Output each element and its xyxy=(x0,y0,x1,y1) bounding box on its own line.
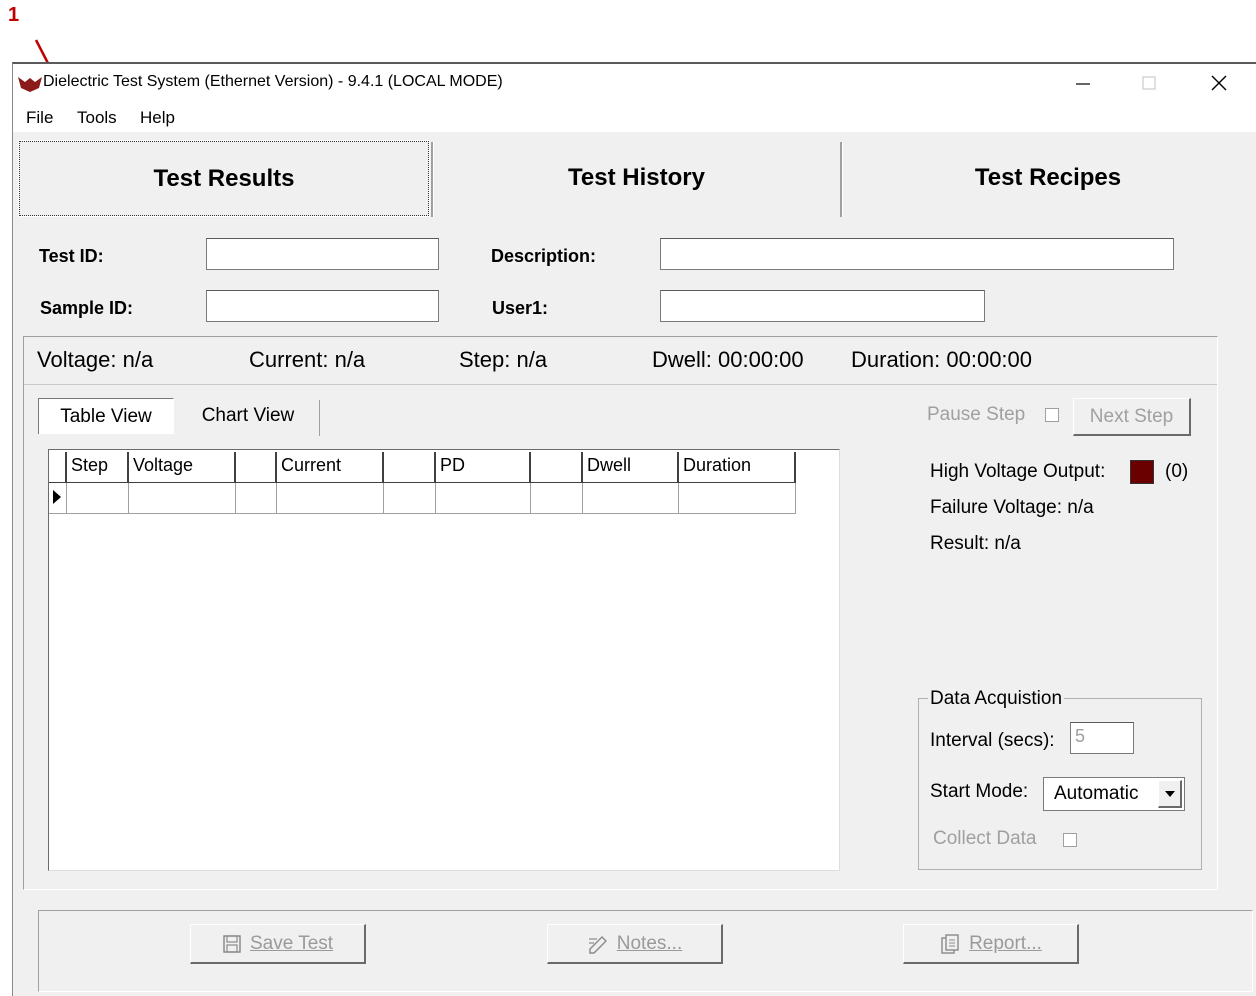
table-cell[interactable] xyxy=(236,483,277,514)
description-input[interactable] xyxy=(660,238,1174,270)
column-header[interactable] xyxy=(384,452,436,483)
result-readout: Result: n/a xyxy=(930,533,1021,554)
user1-input[interactable] xyxy=(660,290,985,322)
column-header[interactable] xyxy=(531,452,583,483)
current-readout: Current: n/a xyxy=(249,347,366,372)
minimize-icon xyxy=(1076,83,1090,85)
subtab-chart-view[interactable]: Chart View xyxy=(185,398,311,434)
failure-voltage-readout: Failure Voltage: n/a xyxy=(930,497,1094,518)
table-row[interactable] xyxy=(49,483,796,514)
report-label: Report... xyxy=(969,932,1042,954)
save-test-button[interactable]: Save Test xyxy=(190,924,366,964)
start-mode-value: Automatic xyxy=(1054,783,1139,804)
table-cell[interactable] xyxy=(129,483,236,514)
app-window: Dielectric Test System (Ethernet Version… xyxy=(12,62,1256,996)
collect-data-label: Collect Data xyxy=(933,828,1037,849)
table-cell[interactable] xyxy=(277,483,384,514)
subtab-table-view[interactable]: Table View xyxy=(38,398,174,434)
column-header[interactable]: PD xyxy=(436,452,531,483)
floppy-disk-icon xyxy=(223,934,241,953)
test-id-label: Test ID: xyxy=(39,246,104,266)
sample-id-label: Sample ID: xyxy=(40,298,134,318)
table-header-row: Step Voltage Current PD Dwell Duration xyxy=(49,452,796,483)
tab-test-results[interactable]: Test Results xyxy=(18,140,430,217)
start-mode-label: Start Mode: xyxy=(930,781,1029,802)
column-header[interactable] xyxy=(236,452,277,483)
tab-test-history[interactable]: Test History xyxy=(434,139,839,217)
maximize-icon xyxy=(1142,76,1156,90)
save-test-label: Save Test xyxy=(249,932,334,954)
data-acquisition-title: Data Acquistion xyxy=(928,688,1065,710)
close-icon xyxy=(1211,75,1227,91)
menu-help[interactable]: Help xyxy=(140,108,175,128)
table-cell[interactable] xyxy=(679,483,796,514)
table-cell[interactable] xyxy=(531,483,583,514)
title-bar: Dielectric Test System (Ethernet Version… xyxy=(13,64,1256,102)
results-table[interactable]: Step Voltage Current PD Dwell Duration xyxy=(48,449,840,871)
menu-tools[interactable]: Tools xyxy=(77,108,117,128)
divider xyxy=(24,384,1217,385)
collect-data-checkbox[interactable] xyxy=(1063,833,1077,847)
window-title: Dielectric Test System (Ethernet Version… xyxy=(43,73,503,90)
report-button[interactable]: Report... xyxy=(903,924,1079,964)
subtab-divider xyxy=(319,400,320,436)
start-mode-select[interactable]: Automatic xyxy=(1043,777,1185,811)
tab-test-recipes[interactable]: Test Recipes xyxy=(843,139,1253,217)
menu-bar: File Tools Help xyxy=(13,102,1256,132)
table-cell[interactable] xyxy=(436,483,531,514)
row-pointer-icon xyxy=(53,490,61,504)
sample-id-input[interactable] xyxy=(206,290,439,322)
row-selector-header xyxy=(49,452,67,483)
close-button[interactable] xyxy=(1189,64,1249,102)
column-header[interactable]: Voltage xyxy=(129,452,236,483)
notes-label: Notes... xyxy=(616,932,683,954)
start-mode-dropdown-button[interactable] xyxy=(1158,780,1182,808)
next-step-button[interactable]: Next Step xyxy=(1073,398,1191,436)
maximize-button[interactable] xyxy=(1119,64,1179,102)
high-voltage-output-value: (0) xyxy=(1165,461,1189,482)
description-label: Description: xyxy=(491,246,597,266)
report-icon xyxy=(941,933,959,954)
column-header[interactable]: Step xyxy=(67,452,129,483)
pause-step-checkbox[interactable] xyxy=(1045,408,1059,422)
voltage-readout: Voltage: n/a xyxy=(37,347,154,372)
column-header[interactable]: Dwell xyxy=(583,452,679,483)
interval-label: Interval (secs): xyxy=(930,730,1055,751)
minimize-button[interactable] xyxy=(1053,64,1113,102)
dwell-readout: Dwell: 00:00:00 xyxy=(652,347,804,372)
menu-file[interactable]: File xyxy=(26,108,53,128)
chevron-down-icon xyxy=(1164,790,1175,797)
notes-button[interactable]: Notes... xyxy=(547,924,723,964)
column-header[interactable]: Duration xyxy=(679,452,796,483)
step-readout: Step: n/a xyxy=(459,347,548,372)
bat-logo-icon xyxy=(18,77,42,92)
user1-label: User1: xyxy=(492,298,549,318)
interval-input[interactable]: 5 xyxy=(1070,722,1134,754)
high-voltage-indicator xyxy=(1130,460,1154,484)
table-cell[interactable] xyxy=(67,483,129,514)
duration-readout: Duration: 00:00:00 xyxy=(851,347,1033,372)
high-voltage-output-label: High Voltage Output: xyxy=(930,461,1106,482)
column-header[interactable]: Current xyxy=(277,452,384,483)
pause-step-label: Pause Step xyxy=(927,404,1026,425)
table-cell[interactable] xyxy=(384,483,436,514)
notes-icon xyxy=(588,935,607,954)
table-cell[interactable] xyxy=(583,483,679,514)
row-selector[interactable] xyxy=(49,483,67,514)
test-id-input[interactable] xyxy=(206,238,439,270)
